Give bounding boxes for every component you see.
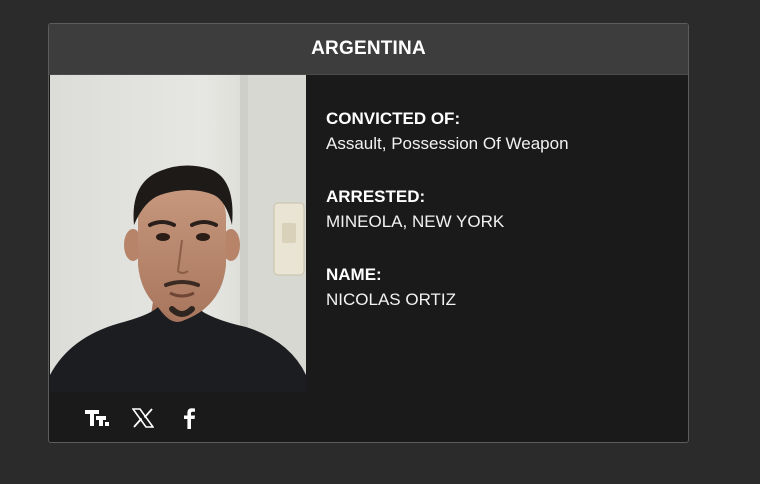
profile-card: ARGENTINA CONVICTED OF: Assault, Possess… xyxy=(48,23,689,443)
country-title: ARGENTINA xyxy=(311,38,426,59)
facebook-icon[interactable] xyxy=(177,406,201,430)
details-panel: CONVICTED OF: Assault, Possession Of Wea… xyxy=(326,108,666,312)
arrested-value: MINEOLA, NEW YORK xyxy=(326,212,505,231)
convicted-of-label: CONVICTED OF: xyxy=(326,109,461,128)
mugshot-photo xyxy=(50,75,306,392)
card-header: ARGENTINA xyxy=(49,24,688,75)
convicted-of-value: Assault, Possession Of Weapon xyxy=(326,134,569,153)
arrested-label: ARRESTED: xyxy=(326,187,426,206)
name-label: NAME: xyxy=(326,265,382,284)
share-bar xyxy=(85,404,201,432)
x-icon[interactable] xyxy=(131,406,155,430)
name-value: NICOLAS ORTIZ xyxy=(326,290,457,309)
truth-social-icon[interactable] xyxy=(85,406,109,430)
